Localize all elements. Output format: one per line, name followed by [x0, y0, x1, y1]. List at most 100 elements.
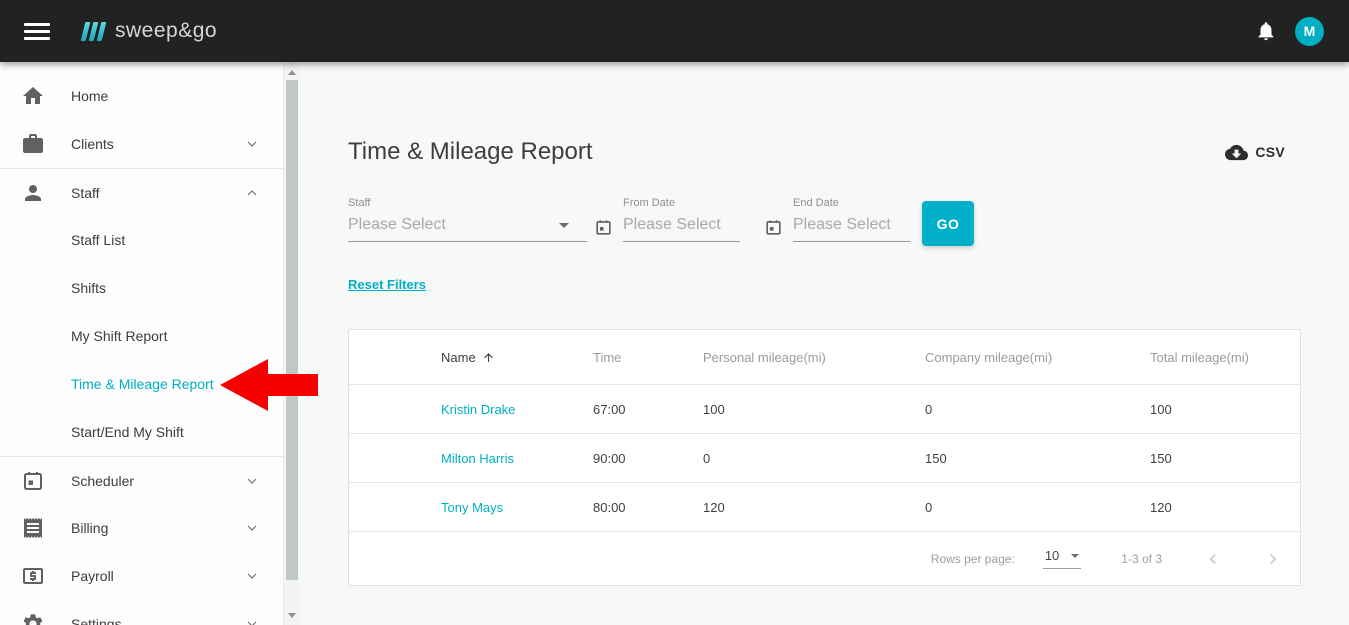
total-mileage-cell: 100 — [1150, 402, 1300, 417]
csv-button-label: CSV — [1255, 144, 1285, 160]
sidebar-item-clients[interactable]: Clients — [0, 120, 283, 168]
sidebar-item-label: Time & Mileage Report — [71, 376, 214, 392]
sidebar: Home Clients Staff Staff List Shifts My … — [0, 62, 299, 625]
calendar-icon[interactable] — [764, 218, 783, 237]
chevron-up-icon — [244, 185, 260, 201]
column-header-total-mileage[interactable]: Total mileage(mi) — [1150, 350, 1300, 365]
company-mileage-cell: 0 — [925, 402, 1150, 417]
briefcase-icon — [21, 132, 45, 156]
staff-name-link[interactable]: Kristin Drake — [349, 402, 593, 417]
brand-text: sweep&go — [115, 19, 217, 43]
sidebar-item-label: Start/End My Shift — [71, 424, 184, 440]
person-icon — [21, 181, 45, 205]
scroll-up-arrow-icon[interactable] — [284, 64, 299, 80]
column-header-company-mileage[interactable]: Company mileage(mi) — [925, 350, 1150, 365]
table-row: Tony Mays 80:00 120 0 120 — [349, 482, 1300, 531]
sidebar-item-billing[interactable]: Billing — [0, 504, 283, 552]
sidebar-item-home[interactable]: Home — [0, 72, 283, 120]
gear-icon — [21, 612, 45, 625]
receipt-icon — [21, 516, 45, 540]
dropdown-caret-icon — [1071, 554, 1079, 558]
report-table: Name Time Personal mileage(mi) Company m… — [348, 329, 1301, 586]
sidebar-item-shifts[interactable]: Shifts — [0, 264, 283, 312]
staff-name-link[interactable]: Tony Mays — [349, 500, 593, 515]
cloud-download-icon — [1225, 141, 1248, 164]
sidebar-item-label: Settings — [71, 616, 122, 625]
sidebar-item-my-shift-report[interactable]: My Shift Report — [0, 312, 283, 360]
personal-mileage-cell: 0 — [703, 451, 925, 466]
column-header-time[interactable]: Time — [593, 350, 703, 365]
staff-select-placeholder: Please Select — [348, 216, 446, 234]
reset-filters-link[interactable]: Reset Filters — [348, 277, 426, 292]
csv-export-button[interactable]: CSV — [1225, 141, 1285, 164]
dropdown-caret-icon — [559, 223, 569, 228]
time-cell: 80:00 — [593, 500, 703, 515]
personal-mileage-cell: 120 — [703, 500, 925, 515]
filters-bar: Staff Please Select From Date Please Sel… — [348, 197, 1301, 246]
staff-select[interactable]: Staff Please Select — [348, 197, 587, 242]
brand-logo[interactable]: sweep&go — [83, 19, 217, 43]
page-title: Time & Mileage Report — [348, 138, 593, 166]
total-mileage-cell: 150 — [1150, 451, 1300, 466]
calendar-icon — [21, 469, 45, 493]
from-date-field[interactable]: From Date Please Select — [623, 197, 740, 242]
chevron-down-icon — [244, 473, 260, 489]
top-bar: sweep&go M — [0, 0, 1349, 62]
company-mileage-cell: 150 — [925, 451, 1150, 466]
end-date-placeholder: Please Select — [793, 216, 891, 234]
rows-per-page-select[interactable]: 10 — [1043, 548, 1081, 569]
total-mileage-cell: 120 — [1150, 500, 1300, 515]
staff-name-link[interactable]: Milton Harris — [349, 451, 593, 466]
sidebar-scrollbar[interactable] — [283, 62, 299, 625]
next-page-button[interactable] — [1264, 550, 1282, 568]
from-date-label: From Date — [623, 197, 740, 209]
time-cell: 90:00 — [593, 451, 703, 466]
dollar-icon — [21, 564, 45, 588]
rows-per-page-value: 10 — [1045, 548, 1059, 563]
sidebar-item-time-mileage-report[interactable]: Time & Mileage Report — [0, 360, 283, 408]
column-header-label: Name — [441, 350, 476, 365]
end-date-field[interactable]: End Date Please Select — [793, 197, 910, 242]
chevron-down-icon — [244, 568, 260, 584]
go-button[interactable]: GO — [922, 201, 974, 246]
sort-ascending-icon — [482, 351, 495, 364]
menu-icon[interactable] — [24, 23, 50, 40]
time-cell: 67:00 — [593, 402, 703, 417]
scroll-down-arrow-icon[interactable] — [284, 607, 299, 623]
chevron-down-icon — [244, 616, 260, 625]
brand-logo-icon — [83, 22, 107, 41]
rows-per-page-label: Rows per page: — [931, 552, 1015, 566]
chevron-down-icon — [244, 520, 260, 536]
calendar-icon[interactable] — [594, 218, 613, 237]
from-date-placeholder: Please Select — [623, 216, 721, 234]
sidebar-item-label: Billing — [71, 520, 108, 536]
sidebar-item-staff-list[interactable]: Staff List — [0, 216, 283, 264]
home-icon — [21, 84, 45, 108]
sidebar-item-label: Home — [71, 88, 108, 104]
end-date-label: End Date — [793, 197, 910, 209]
sidebar-item-settings[interactable]: Settings — [0, 600, 283, 625]
user-avatar[interactable]: M — [1295, 17, 1324, 46]
sidebar-item-scheduler[interactable]: Scheduler — [0, 456, 283, 504]
sidebar-item-start-end-my-shift[interactable]: Start/End My Shift — [0, 408, 283, 456]
sidebar-item-label: Staff List — [71, 232, 125, 248]
sidebar-item-label: Clients — [71, 136, 114, 152]
personal-mileage-cell: 100 — [703, 402, 925, 417]
sidebar-item-label: My Shift Report — [71, 328, 167, 344]
sidebar-item-staff[interactable]: Staff — [0, 168, 283, 216]
table-pagination: Rows per page: 10 1-3 of 3 — [349, 531, 1300, 585]
sidebar-item-label: Staff — [71, 185, 100, 201]
previous-page-button[interactable] — [1204, 550, 1222, 568]
staff-select-label: Staff — [348, 197, 587, 209]
sidebar-item-payroll[interactable]: Payroll — [0, 552, 283, 600]
sidebar-item-label: Scheduler — [71, 473, 134, 489]
pagination-range: 1-3 of 3 — [1121, 552, 1162, 566]
column-header-name[interactable]: Name — [349, 350, 593, 365]
chevron-down-icon — [244, 136, 260, 152]
table-row: Milton Harris 90:00 0 150 150 — [349, 433, 1300, 482]
column-header-personal-mileage[interactable]: Personal mileage(mi) — [703, 350, 925, 365]
scrollbar-thumb[interactable] — [286, 80, 298, 580]
notifications-bell-icon[interactable] — [1255, 20, 1277, 42]
table-row: Kristin Drake 67:00 100 0 100 — [349, 384, 1300, 433]
sidebar-item-label: Shifts — [71, 280, 106, 296]
